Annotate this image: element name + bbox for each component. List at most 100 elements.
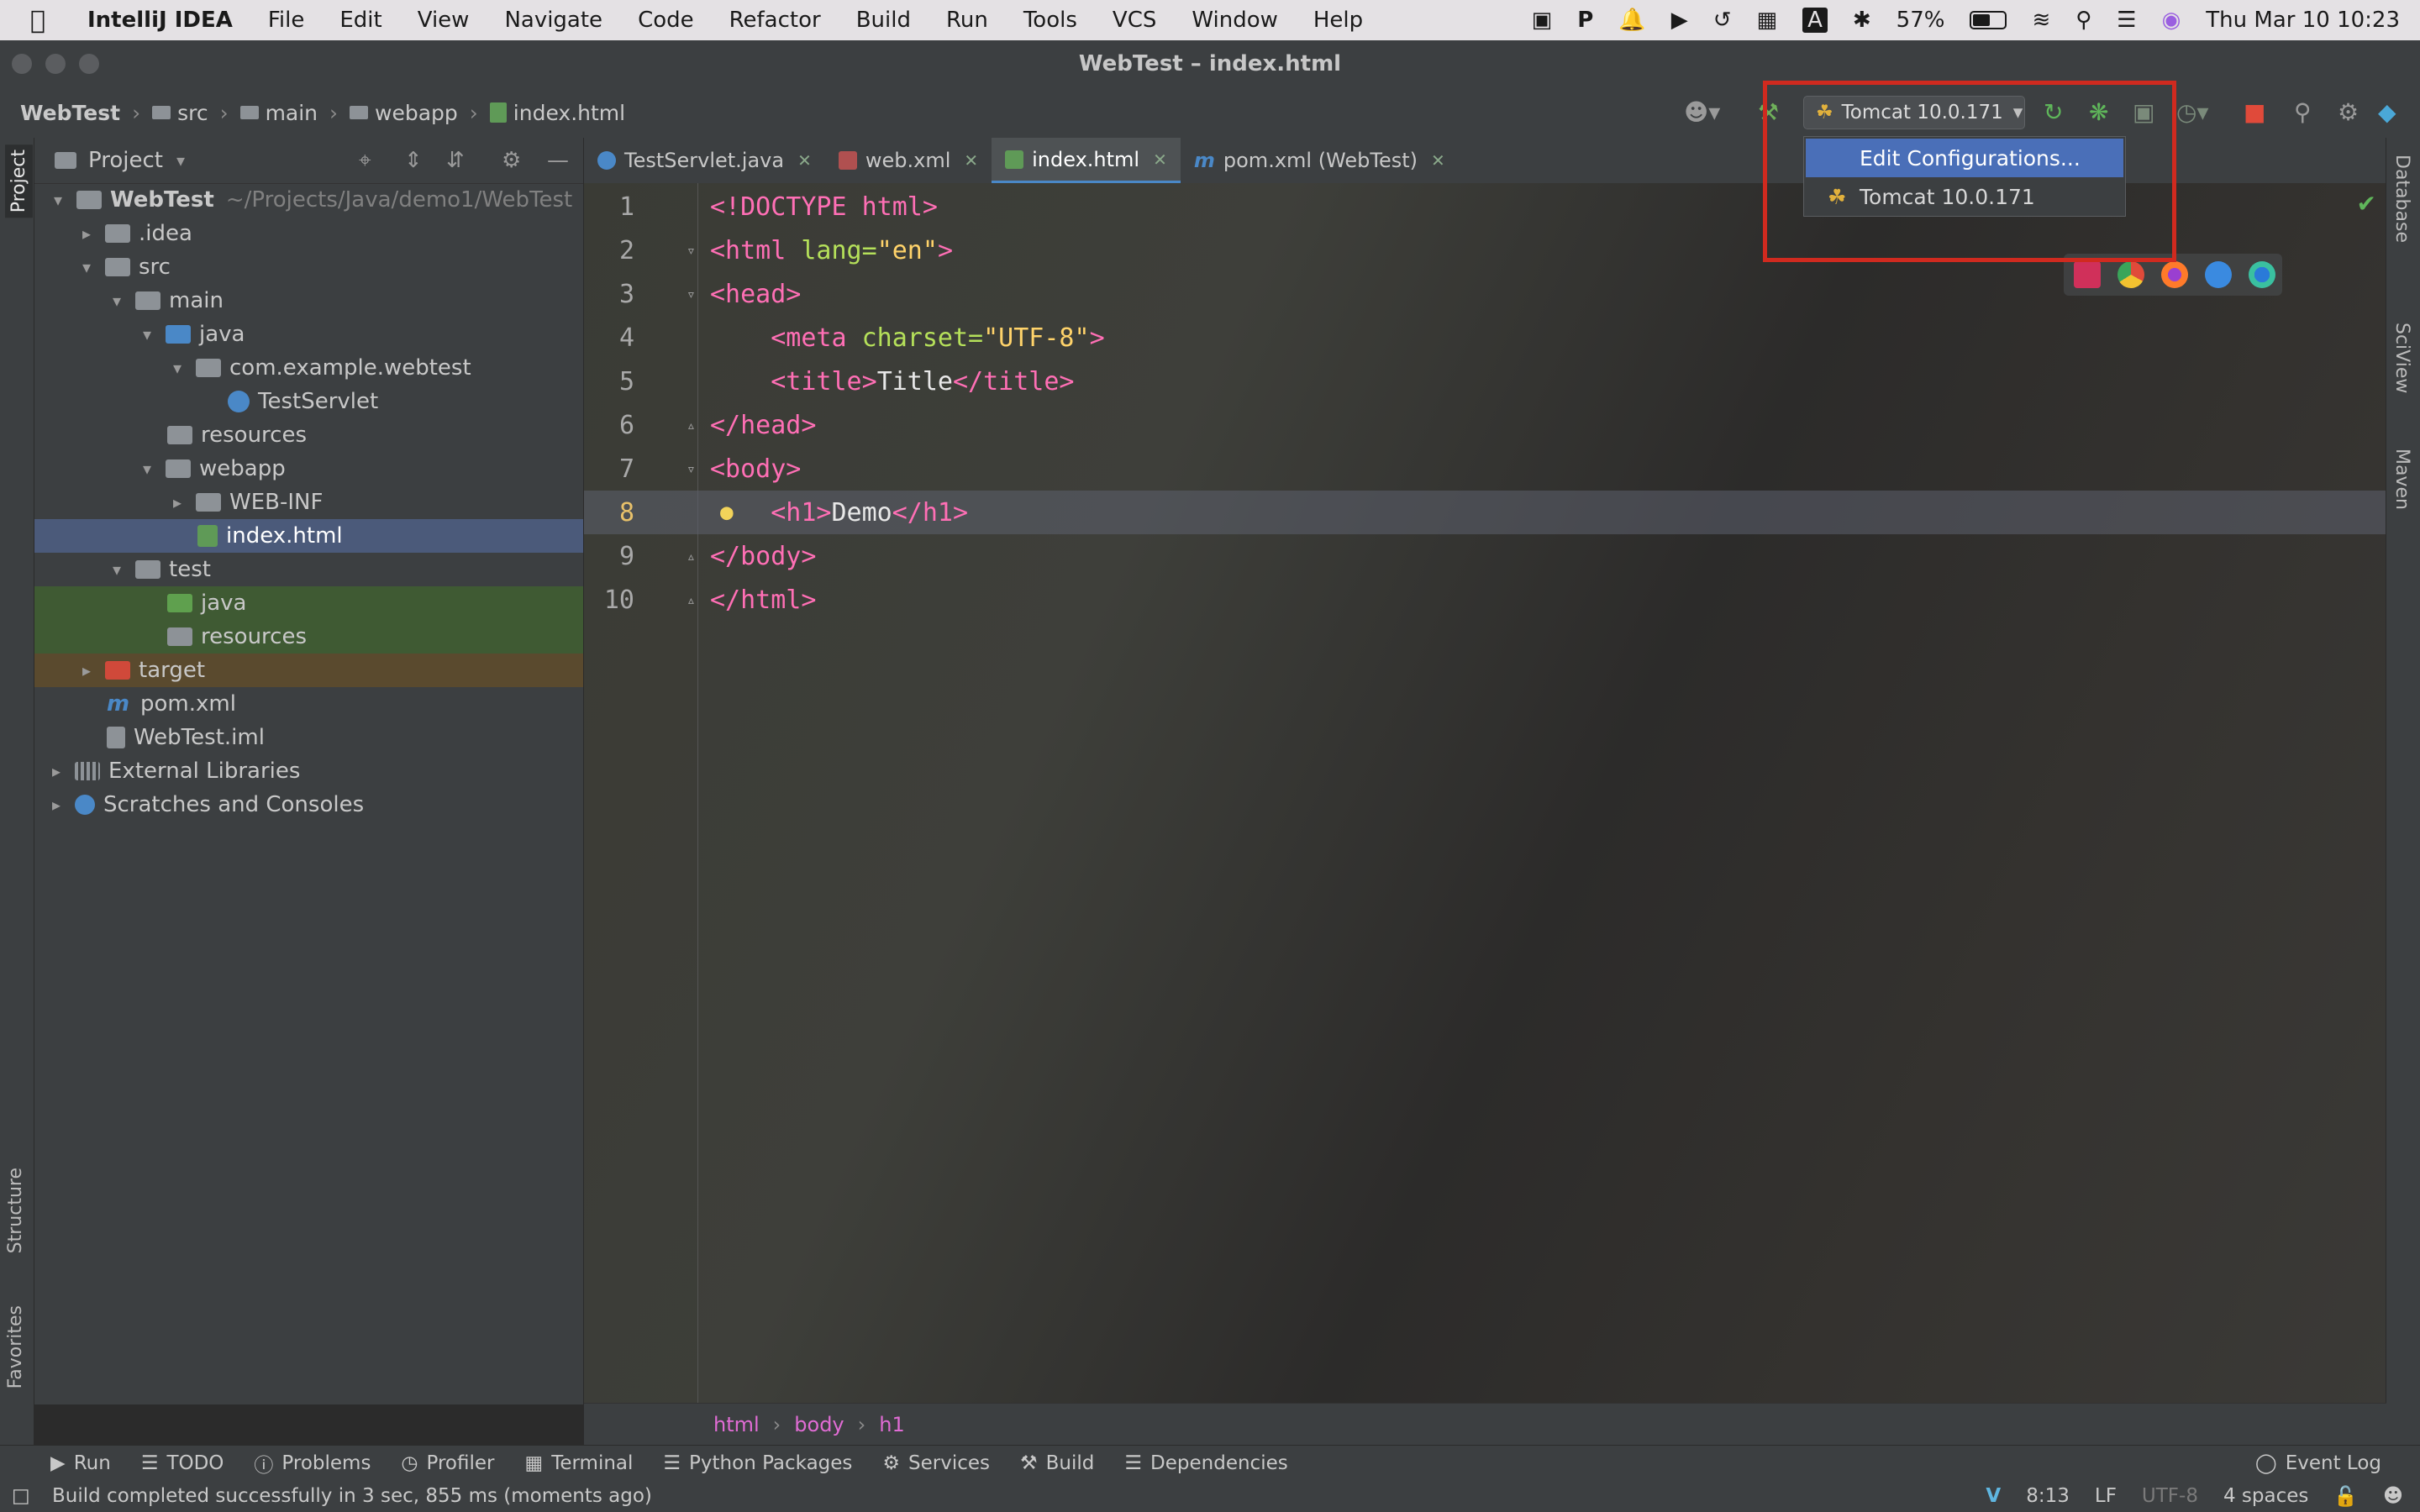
tree-item-test-java[interactable]: java	[34, 586, 583, 620]
tree-item-web-inf[interactable]: ▸ WEB-INF	[34, 486, 583, 519]
close-icon[interactable]: ✕	[964, 150, 978, 171]
tree-item-target[interactable]: ▸ target	[34, 654, 583, 687]
tree-item-iml[interactable]: WebTest.iml	[34, 721, 583, 754]
vcs-icon[interactable]: V	[1986, 1485, 2001, 1507]
menu-refactor[interactable]: Refactor	[729, 8, 821, 33]
tree-item-scratches[interactable]: ▸ Scratches and Consoles	[34, 788, 583, 822]
tool-tab-project[interactable]: Project	[5, 144, 33, 218]
code-editor[interactable]: 1 <!DOCTYPE html> 2 ▿ <html lang="en"> 3…	[584, 183, 2386, 1403]
tree-item-src[interactable]: ▾ src	[34, 250, 583, 284]
chevron-right-icon[interactable]: ▸	[76, 223, 97, 244]
menubar-clock[interactable]: Thu Mar 10 10:23	[2206, 8, 2400, 33]
chevron-right-icon[interactable]: ▸	[76, 660, 97, 680]
code-line[interactable]: 5 <title>Title</title>	[584, 360, 2386, 403]
firefox-icon[interactable]	[2161, 261, 2188, 288]
mirroring-icon[interactable]: ▦	[1756, 8, 1777, 33]
apple-icon[interactable]: 	[30, 6, 55, 35]
code-line[interactable]: 6 ▵ </head>	[584, 403, 2386, 447]
tool-python-packages[interactable]: ☰ Python Packages	[663, 1452, 852, 1474]
chevron-right-icon[interactable]: ▸	[46, 795, 66, 815]
code-line[interactable]: 7 ▿ <body>	[584, 447, 2386, 491]
chevron-down-icon[interactable]: ▾	[167, 358, 187, 378]
code-line[interactable]: 10 ▵ </html>	[584, 578, 2386, 622]
tree-item-test-resources[interactable]: resources	[34, 620, 583, 654]
fold-marker-icon[interactable]: ▿	[687, 460, 696, 478]
crumb-project[interactable]: WebTest	[20, 101, 120, 125]
tree-item-main[interactable]: ▾ main	[34, 284, 583, 318]
menu-build[interactable]: Build	[856, 8, 911, 33]
tree-item-webapp[interactable]: ▾ webapp	[34, 452, 583, 486]
file-encoding[interactable]: UTF-8	[2142, 1485, 2198, 1507]
chevron-down-icon[interactable]: ▾	[176, 150, 185, 171]
chevron-down-icon[interactable]: ▾	[48, 190, 68, 210]
caret-position[interactable]: 8:13	[2026, 1485, 2070, 1507]
tool-tab-favorites[interactable]: Favorites	[5, 1305, 26, 1389]
inspector-icon[interactable]: ☻	[2383, 1485, 2403, 1507]
chevron-down-icon[interactable]: ▾	[76, 257, 97, 277]
search-icon[interactable]: ⚲	[2294, 99, 2312, 126]
menu-file[interactable]: File	[268, 8, 305, 33]
user-account-icon[interactable]: ☻▾	[1684, 99, 1720, 126]
tree-item-webtest[interactable]: ▾ WebTest ~/Projects/Java/demo1/WebTest	[34, 183, 583, 217]
crumb-main[interactable]: main	[266, 101, 318, 125]
chrome-icon[interactable]	[2118, 261, 2144, 288]
tab-web-xml[interactable]: web.xml ✕	[825, 138, 992, 183]
crumb-file[interactable]: index.html	[513, 101, 625, 125]
crumb-html[interactable]: html	[713, 1413, 760, 1436]
tool-dependencies[interactable]: ☰ Dependencies	[1124, 1452, 1287, 1474]
play-circle-icon[interactable]: ▶	[1671, 8, 1688, 33]
close-icon[interactable]: ✕	[1431, 150, 1445, 171]
screenshot-app-icon[interactable]: ▣	[1532, 8, 1553, 33]
tool-todo[interactable]: ☰ TODO	[141, 1452, 224, 1474]
bell-icon[interactable]: 🔔	[1618, 8, 1645, 33]
tree-item-resources[interactable]: resources	[34, 418, 583, 452]
crumb-body[interactable]: body	[794, 1413, 844, 1436]
hide-panel-icon[interactable]: —	[547, 148, 569, 173]
minimize-window-button[interactable]	[45, 54, 66, 74]
tool-tab-database[interactable]: Database	[2391, 155, 2412, 243]
tool-terminal[interactable]: ▦ Terminal	[524, 1452, 633, 1474]
tree-item-testservlet[interactable]: TestServlet	[34, 385, 583, 418]
intellij-browser-icon[interactable]	[2074, 261, 2101, 288]
menu-code[interactable]: Code	[638, 8, 694, 33]
fold-marker-icon[interactable]: ▿	[687, 286, 696, 303]
tool-build[interactable]: ⚒ Build	[1020, 1452, 1094, 1474]
gear-icon[interactable]: ⚙	[502, 148, 521, 173]
time-machine-icon[interactable]: ↺	[1713, 8, 1732, 33]
tool-window-toggle-icon[interactable]: □	[12, 1485, 30, 1507]
crumb-webapp[interactable]: webapp	[375, 101, 458, 125]
lock-icon[interactable]: 🔓	[2333, 1485, 2358, 1508]
tool-profiler[interactable]: ◷ Profiler	[401, 1452, 494, 1474]
close-window-button[interactable]	[12, 54, 32, 74]
tree-item-test[interactable]: ▾ test	[34, 553, 583, 586]
fold-marker-icon[interactable]: ▵	[687, 417, 696, 434]
status-message[interactable]: Build completed successfully in 3 sec, 8…	[52, 1485, 652, 1507]
tree-item-index-html[interactable]: index.html	[34, 519, 583, 553]
crumb-src[interactable]: src	[177, 101, 208, 125]
project-panel-title[interactable]: Project	[88, 148, 163, 173]
tree-item-java[interactable]: ▾ java	[34, 318, 583, 351]
bluetooth-icon[interactable]: ✱	[1853, 8, 1871, 33]
tree-item-pom[interactable]: m pom.xml	[34, 687, 583, 721]
tab-testservlet[interactable]: TestServlet.java ✕	[584, 138, 825, 183]
indent-setting[interactable]: 4 spaces	[2223, 1485, 2308, 1507]
menu-navigate[interactable]: Navigate	[504, 8, 602, 33]
fold-marker-icon[interactable]: ▵	[687, 548, 696, 565]
edge-icon[interactable]	[2249, 261, 2275, 288]
tool-problems[interactable]: ⓘ Problems	[254, 1449, 371, 1478]
safari-icon[interactable]	[2205, 261, 2232, 288]
gear-icon[interactable]: ⚙	[2338, 99, 2359, 126]
menu-window[interactable]: Window	[1192, 8, 1278, 33]
tool-run[interactable]: ▶ Run	[50, 1452, 111, 1474]
battery-icon[interactable]	[1970, 11, 2007, 29]
menu-app[interactable]: IntelliJ IDEA	[87, 8, 233, 33]
menu-run[interactable]: Run	[946, 8, 988, 33]
tab-pom-xml[interactable]: m pom.xml (WebTest) ✕	[1181, 138, 1459, 183]
expand-all-icon[interactable]: ⇕	[404, 148, 423, 173]
chevron-down-icon[interactable]: ▾	[137, 459, 157, 479]
control-center-icon[interactable]: ☰	[2117, 8, 2136, 33]
chevron-right-icon[interactable]: ▸	[167, 492, 187, 512]
line-separator[interactable]: LF	[2095, 1485, 2117, 1507]
menu-tools[interactable]: Tools	[1023, 8, 1077, 33]
p-app-icon[interactable]: P	[1577, 8, 1593, 33]
